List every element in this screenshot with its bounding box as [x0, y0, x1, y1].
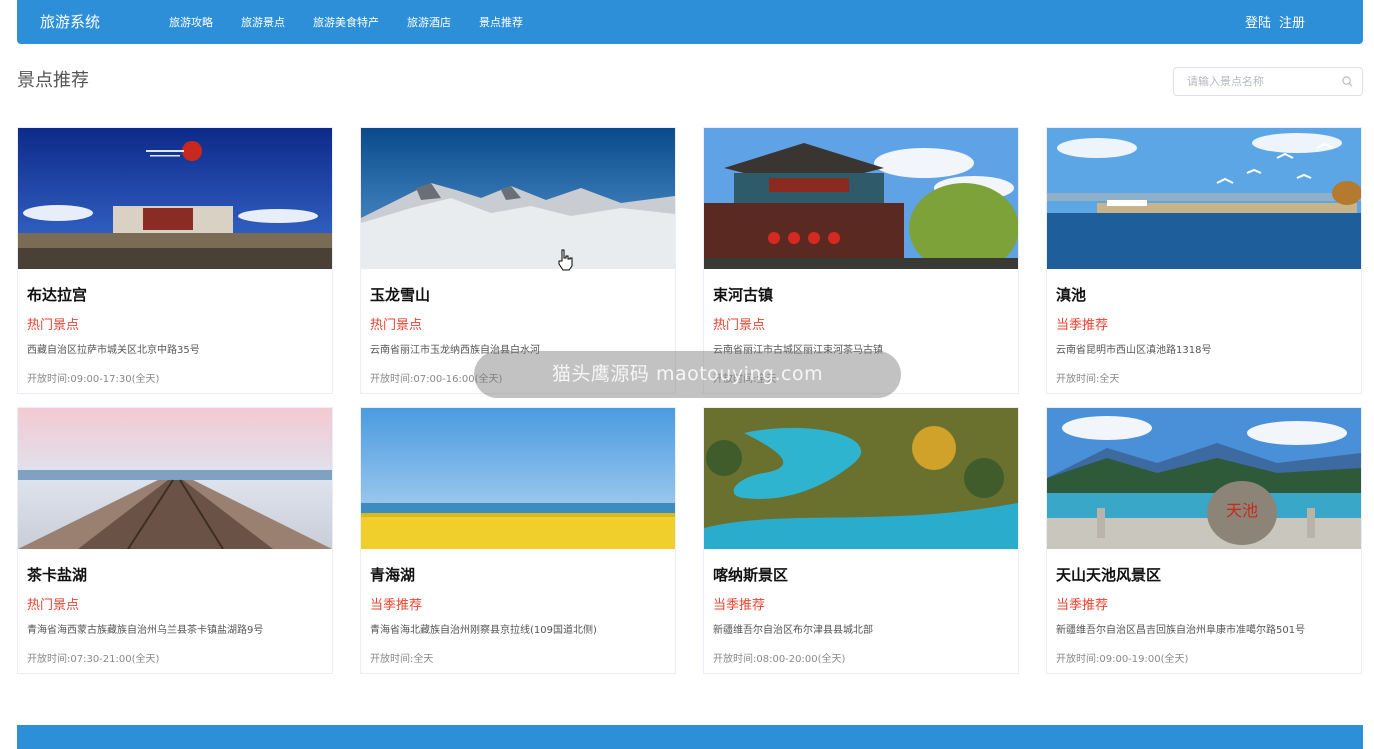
spot-address: 云南省昆明市西山区滇池路1318号: [1056, 345, 1212, 356]
spot-card[interactable]: 青海湖 当季推荐 青海省海北藏族自治州刚察县京拉线(109国道北侧) 开放时间:…: [360, 407, 676, 674]
search-input[interactable]: [1174, 68, 1334, 95]
auth-links: 登陆 注册: [1245, 12, 1305, 31]
spot-name[interactable]: 茶卡盐湖: [27, 564, 87, 585]
spot-hours: 开放时间:09:00-19:00(全天): [1056, 654, 1189, 665]
spot-tag: 热门景点: [713, 318, 766, 333]
spot-hours: 开放时间:09:00-17:30(全天): [27, 374, 160, 385]
spot-name[interactable]: 布达拉宫: [27, 284, 87, 305]
search-icon[interactable]: [1342, 76, 1353, 87]
spot-name[interactable]: 天山天池风景区: [1056, 564, 1161, 585]
spot-name[interactable]: 喀纳斯景区: [713, 564, 788, 585]
nav-links: 旅游攻略 旅游景点 旅游美食特产 旅游酒店 景点推荐: [169, 14, 551, 30]
spot-tag: 热门景点: [370, 318, 423, 333]
spot-hours: 开放时间:全天: [1056, 374, 1120, 385]
spot-address: 青海省海北藏族自治州刚察县京拉线(109国道北侧): [370, 625, 597, 636]
spot-image-river-forest[interactable]: [704, 408, 1018, 549]
spot-name[interactable]: 玉龙雪山: [370, 284, 430, 305]
spot-tag: 热门景点: [27, 598, 80, 613]
spot-name[interactable]: 滇池: [1056, 284, 1086, 305]
spot-tag: 当季推荐: [713, 598, 766, 613]
spot-hours: 开放时间:07:30-21:00(全天): [27, 654, 160, 665]
spot-hours: 开放时间:全天: [370, 654, 434, 665]
nav-food-specialties[interactable]: 旅游美食特产: [313, 14, 379, 30]
svg-text:天池: 天池: [1226, 501, 1258, 520]
nav-hotels[interactable]: 旅游酒店: [407, 14, 451, 30]
spot-image-rapeseed-lake[interactable]: [361, 408, 675, 549]
spot-card[interactable]: 布达拉宫 热门景点 西藏自治区拉萨市城关区北京中路35号 开放时间:09:00-…: [17, 127, 333, 394]
brand-logo-text[interactable]: 旅游系统: [40, 11, 100, 32]
spot-image-salt-lake[interactable]: [18, 408, 332, 549]
spot-card[interactable]: 天池 天山天池风景区 当季推荐 新疆维吾尔自治区昌吉回族自治州阜康市准噶尔路50…: [1046, 407, 1362, 674]
top-navbar: 旅游系统 旅游攻略 旅游景点 旅游美食特产 旅游酒店 景点推荐 登陆 注册: [17, 0, 1363, 44]
spot-address: 新疆维吾尔自治区布尔津县县城北部: [713, 625, 873, 636]
spot-image-potala[interactable]: [18, 128, 332, 269]
spot-name[interactable]: 青海湖: [370, 564, 415, 585]
page-title: 景点推荐: [17, 70, 89, 91]
spot-address: 青海省海西蒙古族藏族自治州乌兰县茶卡镇盐湖路9号: [27, 625, 264, 636]
spot-image-lake-gulls[interactable]: [1047, 128, 1361, 269]
spot-card[interactable]: 茶卡盐湖 热门景点 青海省海西蒙古族藏族自治州乌兰县茶卡镇盐湖路9号 开放时间:…: [17, 407, 333, 674]
search-box: [1173, 67, 1363, 96]
spot-tag: 当季推荐: [370, 598, 423, 613]
spot-card[interactable]: 滇池 当季推荐 云南省昆明市西山区滇池路1318号 开放时间:全天: [1046, 127, 1362, 394]
footer-bar: [17, 725, 1363, 749]
hand-cursor-icon: [558, 249, 573, 271]
spot-hours: 开放时间:08:00-20:00(全天): [713, 654, 846, 665]
spot-tag: 当季推荐: [1056, 598, 1109, 613]
nav-travel-guides[interactable]: 旅游攻略: [169, 14, 213, 30]
spot-address: 新疆维吾尔自治区昌吉回族自治州阜康市准噶尔路501号: [1056, 625, 1306, 636]
nav-recommended-spots[interactable]: 景点推荐: [479, 14, 523, 30]
spot-tag: 热门景点: [27, 318, 80, 333]
nav-attractions[interactable]: 旅游景点: [241, 14, 285, 30]
spot-image-snow-mountain[interactable]: [361, 128, 675, 269]
spot-tag: 当季推荐: [1056, 318, 1109, 333]
spot-card[interactable]: 喀纳斯景区 当季推荐 新疆维吾尔自治区布尔津县县城北部 开放时间:08:00-2…: [703, 407, 1019, 674]
spot-name[interactable]: 束河古镇: [713, 284, 773, 305]
spot-image-mountain-lake-stone[interactable]: 天池: [1047, 408, 1361, 549]
watermark-overlay: 猫头鹰源码 maotouying.com: [474, 351, 901, 398]
register-link[interactable]: 注册: [1279, 12, 1305, 31]
login-link[interactable]: 登陆: [1245, 12, 1271, 31]
spot-address: 西藏自治区拉萨市城关区北京中路35号: [27, 345, 200, 356]
spot-image-old-town-gate[interactable]: [704, 128, 1018, 269]
